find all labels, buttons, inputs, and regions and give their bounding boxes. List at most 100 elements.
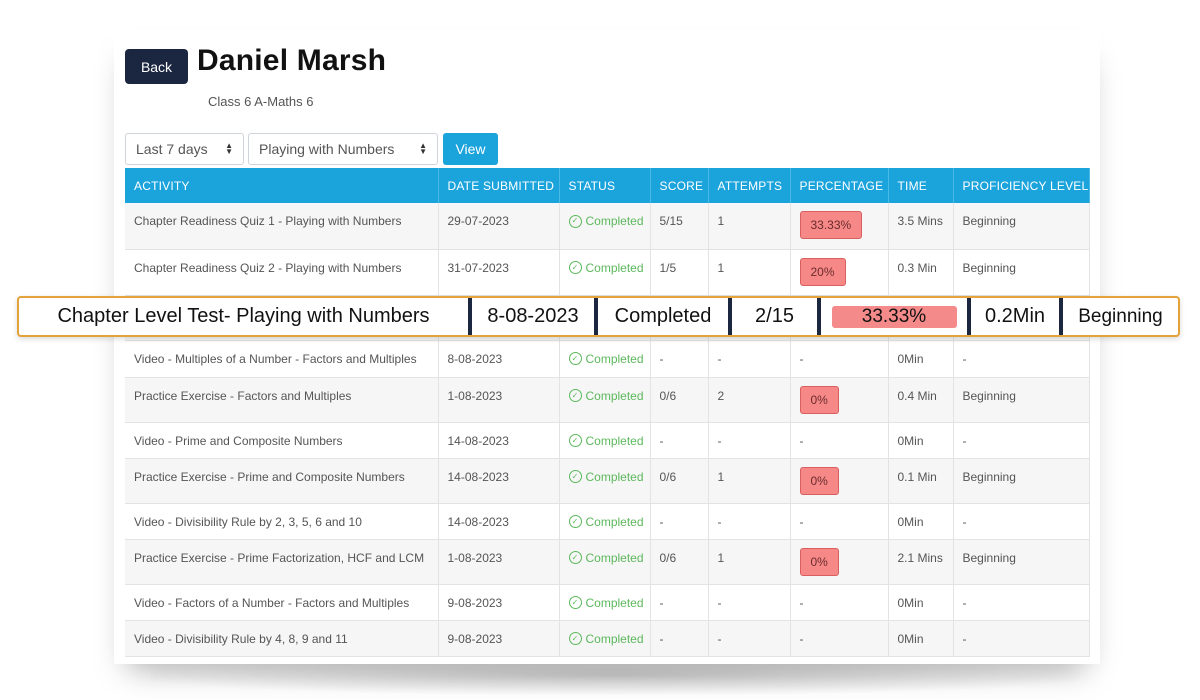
check-circle-icon: ✓ [568, 389, 582, 402]
percentage-cell: 0% [790, 539, 889, 585]
activity-cell: Video - Multiples of a Number - Factors … [125, 340, 439, 378]
date-cell: 29-07-2023 [438, 203, 560, 250]
attempts-cell: - [708, 620, 791, 657]
activity-cell: Video - Divisibility Rule by 4, 8, 9 and… [125, 620, 439, 657]
table-row: Video - Multiples of a Number - Factors … [125, 340, 1090, 378]
proficiency-cell: Beginning [953, 203, 1090, 250]
proficiency-cell: - [953, 422, 1090, 459]
date-cell: 8-08-2023 [438, 340, 560, 378]
proficiency-cell: - [953, 340, 1090, 378]
percentage-badge: 20% [799, 257, 846, 286]
check-circle-icon: ✓ [568, 551, 582, 564]
attempts-cell: - [708, 503, 791, 540]
percentage-badge: 33.33% [799, 211, 863, 239]
up-down-arrows-icon: ▲ ▼ [419, 141, 427, 156]
percentage-cell: 0% [790, 458, 889, 504]
highlight-date: 8-08-2023 [472, 298, 598, 335]
status-cell: ✓ Completed [559, 539, 651, 585]
column-header-status[interactable]: STATUS [559, 168, 651, 203]
attempts-cell: - [708, 340, 791, 378]
column-header-score[interactable]: SCORE [650, 168, 709, 203]
highlight-proficiency: Beginning [1078, 305, 1163, 327]
proficiency-cell: Beginning [953, 458, 1090, 504]
percentage-badge: 0% [799, 466, 839, 495]
table-row: Video - Divisibility Rule by 2, 3, 5, 6 … [125, 503, 1090, 540]
time-cell: 0Min [888, 340, 954, 378]
score-cell: 0/6 [650, 458, 709, 504]
column-header-proficiency[interactable]: PROFICIENCY LEVEL [953, 168, 1090, 203]
check-circle-icon: ✓ [568, 632, 582, 645]
time-cell: 2.1 Mins [888, 539, 954, 585]
highlighted-row: Chapter Level Test- Playing with Numbers… [17, 296, 1180, 337]
highlight-status: Completed [598, 298, 732, 335]
proficiency-cell: Beginning [953, 249, 1090, 296]
period-select[interactable]: Last 7 days ▲ ▼ [125, 133, 244, 165]
table-row: Video - Divisibility Rule by 4, 8, 9 and… [125, 620, 1090, 657]
percentage-cell: - [790, 584, 889, 621]
status-text: Completed [585, 631, 644, 646]
time-cell: 0Min [888, 620, 954, 657]
table-row: Video - Prime and Composite Numbers 14-0… [125, 422, 1090, 459]
date-cell: 14-08-2023 [438, 503, 560, 540]
status-cell: ✓ Completed [559, 620, 651, 657]
date-cell: 9-08-2023 [438, 584, 560, 621]
status-cell: ✓ Completed [559, 377, 651, 423]
status-text: Completed [585, 433, 644, 448]
status-cell: ✓ Completed [559, 422, 651, 459]
activity-cell: Chapter Readiness Quiz 1 - Playing with … [125, 203, 439, 250]
back-button[interactable]: Back [125, 49, 188, 84]
proficiency-cell: Beginning [953, 539, 1090, 585]
status-text: Completed [585, 550, 644, 565]
percentage-cell: 33.33% [790, 203, 889, 250]
score-cell: 0/6 [650, 539, 709, 585]
activity-cell: Practice Exercise - Prime and Composite … [125, 458, 439, 504]
attempts-cell: 1 [708, 203, 791, 250]
status-text: Completed [585, 514, 644, 529]
highlight-time: 0.2Min [971, 298, 1063, 335]
date-cell: 31-07-2023 [438, 249, 560, 296]
check-circle-icon: ✓ [568, 261, 582, 274]
activity-cell: Video - Divisibility Rule by 2, 3, 5, 6 … [125, 503, 439, 540]
highlight-score: 2/15 [732, 298, 821, 335]
status-cell: ✓ Completed [559, 584, 651, 621]
table-header-row: ACTIVITY DATE SUBMITTED STATUS SCORE ATT… [125, 168, 1090, 203]
activity-cell: Practice Exercise - Factors and Multiple… [125, 377, 439, 423]
activity-cell: Video - Factors of a Number - Factors an… [125, 584, 439, 621]
check-circle-icon: ✓ [568, 515, 582, 528]
table-row: Video - Factors of a Number - Factors an… [125, 584, 1090, 621]
proficiency-cell: - [953, 584, 1090, 621]
score-cell: - [650, 340, 709, 378]
status-cell: ✓ Completed [559, 249, 651, 296]
column-header-percentage[interactable]: PERCENTAGE [790, 168, 889, 203]
chapter-select[interactable]: Playing with Numbers ▲ ▼ [248, 133, 438, 165]
status-text: Completed [585, 595, 644, 610]
status-cell: ✓ Completed [559, 340, 651, 378]
table-row: Chapter Readiness Quiz 1 - Playing with … [125, 203, 1090, 250]
percentage-cell: - [790, 620, 889, 657]
column-header-activity[interactable]: ACTIVITY [125, 168, 439, 203]
attempts-cell: 1 [708, 539, 791, 585]
highlight-percentage-badge: 33.33% [831, 305, 957, 328]
status-text: Completed [585, 260, 644, 275]
activity-cell: Video - Prime and Composite Numbers [125, 422, 439, 459]
percentage-cell: - [790, 503, 889, 540]
column-header-date[interactable]: DATE SUBMITTED [438, 168, 560, 203]
attempts-cell: 2 [708, 377, 791, 423]
status-text: Completed [585, 214, 644, 228]
proficiency-cell: Beginning [953, 377, 1090, 423]
percentage-badge: 0% [799, 385, 839, 414]
status-cell: ✓ Completed [559, 203, 651, 250]
student-name: Daniel Marsh [197, 44, 387, 77]
time-cell: 0Min [888, 584, 954, 621]
table-row: Practice Exercise - Prime Factorization,… [125, 539, 1090, 585]
percentage-cell: - [790, 340, 889, 378]
column-header-time[interactable]: TIME [888, 168, 954, 203]
date-cell: 1-08-2023 [438, 377, 560, 423]
check-circle-icon: ✓ [568, 352, 582, 365]
attempts-cell: - [708, 584, 791, 621]
column-header-attempts[interactable]: ATTEMPTS [708, 168, 791, 203]
view-button[interactable]: View [443, 133, 498, 165]
percentage-badge: 0% [799, 547, 839, 576]
highlight-percentage: 33.33% [821, 298, 971, 335]
status-text: Completed [585, 388, 644, 403]
